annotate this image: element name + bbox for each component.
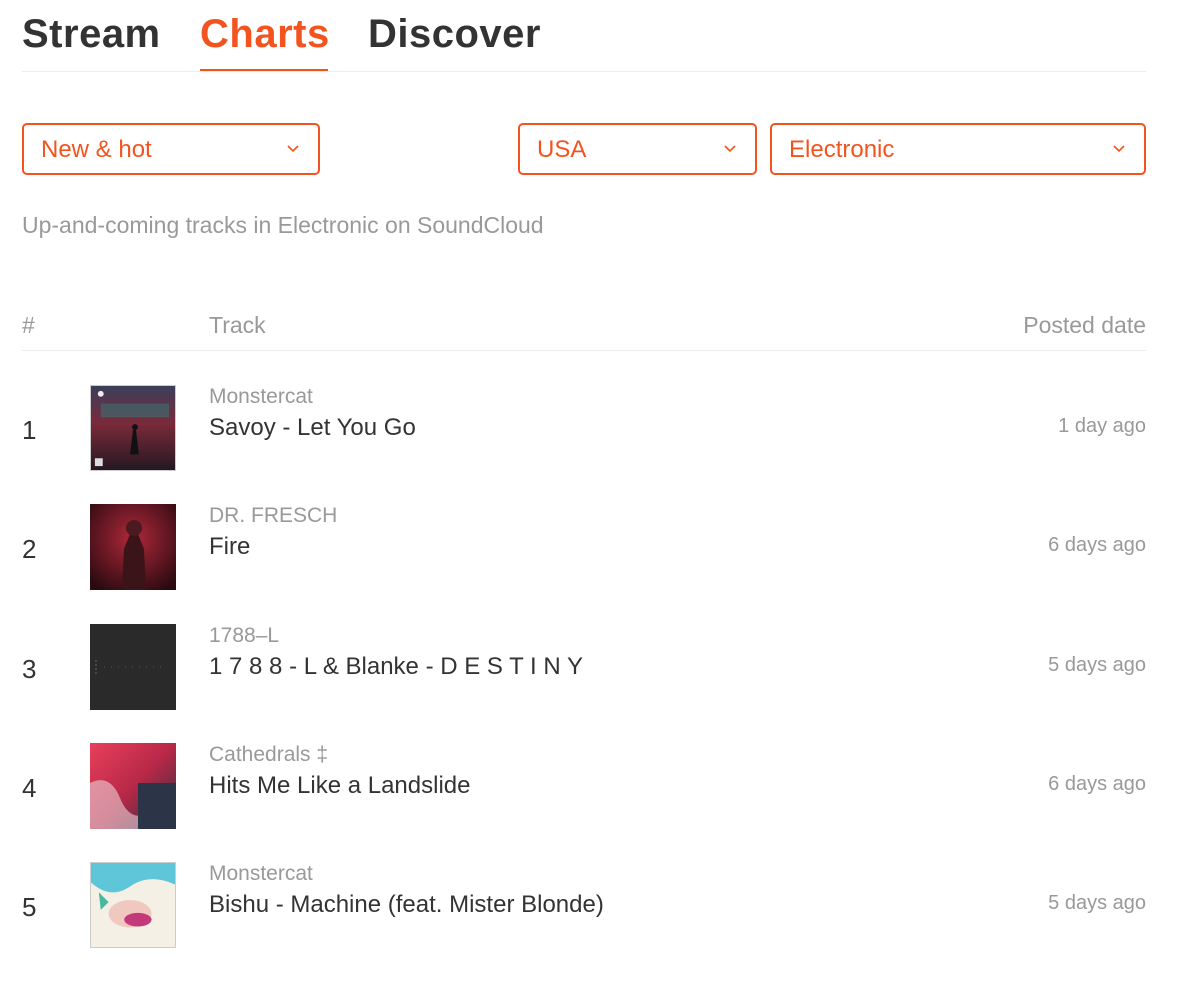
track-rank: 5 [22,892,37,922]
chevron-down-icon [287,145,299,153]
track-title[interactable]: Fire [209,533,250,561]
track-artist[interactable]: Monstercat [209,385,313,409]
track-artist[interactable]: DR. FRESCH [209,504,337,528]
nav-tabs: Stream Charts Discover [22,0,1146,72]
table-row[interactable]: 2 DR. FRESCH Fire 6 days ago [22,504,1146,623]
track-artist[interactable]: Monstercat [209,862,313,886]
genre-value: Electronic [789,136,895,163]
chevron-down-icon [1113,145,1125,153]
track-title[interactable]: Savoy - Let You Go [209,414,416,442]
track-posted-date: 5 days ago [1048,654,1146,676]
country-value: USA [537,136,587,163]
tab-charts[interactable]: Charts [200,12,330,57]
track-artist[interactable]: 1788–L [209,624,279,648]
track-rank: 1 [22,415,37,445]
track-artwork[interactable] [90,504,176,590]
chart-description: Up-and-coming tracks in Electronic on So… [22,212,544,238]
track-title[interactable]: Hits Me Like a Landslide [209,772,470,800]
rank-header: # [22,312,35,338]
track-posted-date: 6 days ago [1048,773,1146,795]
track-artwork[interactable] [90,385,176,471]
track-header: Track [209,312,266,338]
track-posted-date: 6 days ago [1048,534,1146,556]
track-rank: 3 [22,654,37,684]
track-artwork[interactable] [90,743,176,829]
table-row[interactable]: 3 1788–L 1 7 8 8 - L & Blanke - D E S T … [22,624,1146,743]
chart-type-value: New & hot [41,136,152,163]
active-tab-indicator [200,69,328,71]
track-rank: 2 [22,534,37,564]
table-row[interactable]: 5 Monstercat Bishu - Machine (feat. Mist… [22,862,1146,981]
table-row[interactable]: 1 Monstercat Savoy - Let You Go 1 day ag… [22,385,1146,504]
track-posted-date: 1 day ago [1058,415,1146,437]
table-header: # Track Posted date [22,302,1146,351]
chevron-down-icon [724,145,736,153]
track-title[interactable]: Bishu - Machine (feat. Mister Blonde) [209,891,604,919]
table-row[interactable]: 4 Cathedrals ‡ Hits Me Like a Landslide … [22,743,1146,862]
track-artwork[interactable] [90,862,176,948]
genre-select[interactable]: Electronic [770,123,1146,175]
track-rank: 4 [22,773,37,803]
posted-date-header: Posted date [1023,312,1146,338]
track-artwork[interactable] [90,624,176,710]
track-title[interactable]: 1 7 8 8 - L & Blanke - D E S T I N Y [209,653,583,681]
track-artist[interactable]: Cathedrals ‡ [209,743,328,767]
tab-stream[interactable]: Stream [22,12,161,57]
tab-discover[interactable]: Discover [368,12,541,57]
country-select[interactable]: USA [518,123,757,175]
track-posted-date: 5 days ago [1048,892,1146,914]
chart-type-select[interactable]: New & hot [22,123,320,175]
